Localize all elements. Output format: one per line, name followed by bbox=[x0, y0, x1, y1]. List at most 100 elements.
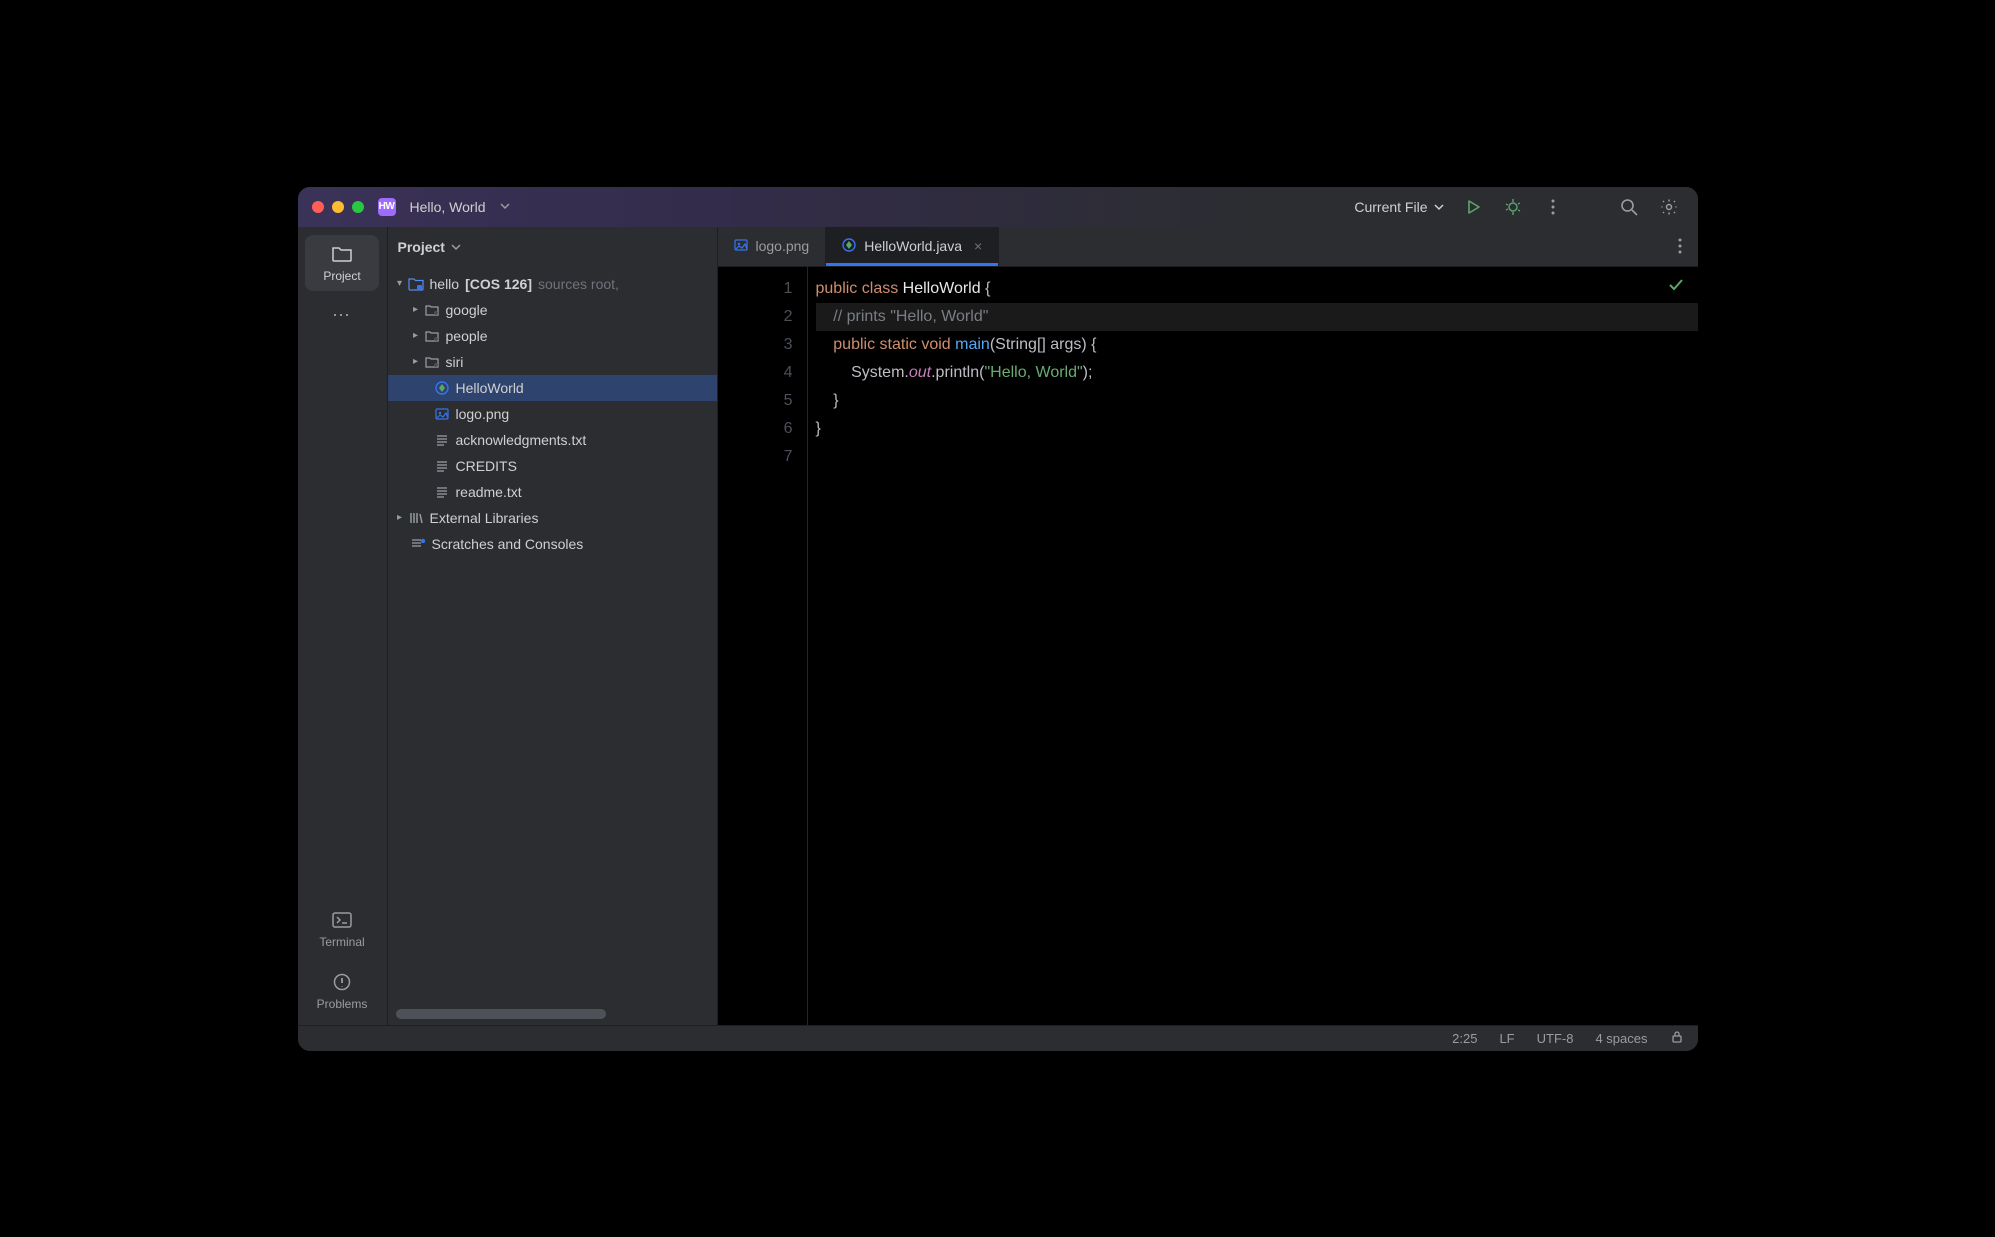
tree-item-label: siri bbox=[446, 354, 464, 370]
tool-problems-label: Problems bbox=[317, 997, 368, 1011]
code-area[interactable]: public class HelloWorld { // prints "Hel… bbox=[808, 267, 1698, 1025]
zoom-window-button[interactable] bbox=[352, 201, 364, 213]
tree-item-label: CREDITS bbox=[456, 458, 517, 474]
status-encoding[interactable]: UTF-8 bbox=[1537, 1031, 1574, 1046]
library-icon bbox=[408, 510, 424, 526]
more-tools-icon[interactable]: ⋯ bbox=[332, 305, 352, 326]
window-controls bbox=[312, 201, 364, 213]
project-panel-title: Project bbox=[398, 239, 445, 255]
close-tab-icon[interactable]: × bbox=[974, 238, 982, 254]
tool-terminal-label: Terminal bbox=[319, 935, 364, 949]
horizontal-scrollbar[interactable] bbox=[396, 1009, 606, 1019]
chevron-down-icon[interactable] bbox=[500, 198, 510, 216]
tree-item-label: acknowledgments.txt bbox=[456, 432, 587, 448]
tool-problems[interactable]: Problems bbox=[305, 963, 379, 1019]
gutter: 1 2 3 4 5 6 7 bbox=[718, 267, 808, 1025]
status-bar: 2:25 LF UTF-8 4 spaces bbox=[298, 1025, 1698, 1051]
tree-folder[interactable]: ▸ google bbox=[388, 297, 717, 323]
package-icon bbox=[424, 328, 440, 344]
image-file-icon bbox=[734, 238, 748, 255]
tree-item-label: Scratches and Consoles bbox=[432, 536, 584, 552]
tab-helloworld[interactable]: HelloWorld.java × bbox=[826, 227, 999, 266]
line-number: 3 bbox=[718, 331, 793, 359]
line-number: 1 bbox=[718, 275, 793, 303]
tree-folder[interactable]: ▸ people bbox=[388, 323, 717, 349]
tree-file-java[interactable]: HelloWorld bbox=[388, 375, 717, 401]
chevron-down-icon: ▾ bbox=[394, 278, 406, 289]
project-tree: ▾ hello [COS 126] sources root, ▸ google… bbox=[388, 267, 717, 1005]
chevron-right-icon: ▸ bbox=[410, 356, 422, 367]
image-file-icon bbox=[434, 406, 450, 422]
terminal-icon bbox=[331, 909, 353, 931]
tree-item-label: logo.png bbox=[456, 406, 510, 422]
package-icon bbox=[424, 354, 440, 370]
tree-root-qualifier: [COS 126] bbox=[465, 276, 532, 292]
tool-project-label: Project bbox=[323, 269, 360, 283]
line-number: 5 bbox=[718, 387, 793, 415]
module-folder-icon bbox=[408, 276, 424, 292]
chevron-down-icon bbox=[1434, 199, 1444, 215]
tool-terminal[interactable]: Terminal bbox=[305, 901, 379, 957]
tool-strip: Project ⋯ Terminal Problems bbox=[298, 227, 388, 1025]
tree-item-label: google bbox=[446, 302, 488, 318]
package-icon bbox=[424, 302, 440, 318]
tab-label: HelloWorld.java bbox=[864, 238, 962, 254]
editor[interactable]: 1 2 3 4 5 6 7 public class HelloWorld { … bbox=[718, 267, 1698, 1025]
chevron-right-icon: ▸ bbox=[394, 512, 406, 523]
status-indent[interactable]: 4 spaces bbox=[1595, 1031, 1647, 1046]
line-number: 2 bbox=[718, 303, 793, 331]
editor-tabs: logo.png HelloWorld.java × bbox=[718, 227, 1698, 267]
tree-root[interactable]: ▾ hello [COS 126] sources root, bbox=[388, 271, 717, 297]
tree-item-label: External Libraries bbox=[430, 510, 539, 526]
run-config-selector[interactable]: Current File bbox=[1354, 199, 1443, 215]
chevron-down-icon bbox=[451, 239, 461, 255]
titlebar: HW Hello, World Current File bbox=[298, 187, 1698, 227]
tree-root-annotation: sources root, bbox=[538, 276, 619, 292]
run-config-label: Current File bbox=[1354, 199, 1427, 215]
tree-item-label: people bbox=[446, 328, 488, 344]
project-panel: Project ▾ hello [COS 126] sources root, … bbox=[388, 227, 718, 1025]
text-file-icon bbox=[434, 432, 450, 448]
readonly-lock-icon[interactable] bbox=[1670, 1030, 1684, 1047]
inspection-ok-icon[interactable] bbox=[1668, 277, 1684, 298]
tree-folder[interactable]: ▸ siri bbox=[388, 349, 717, 375]
settings-icon[interactable] bbox=[1658, 196, 1680, 218]
minimize-window-button[interactable] bbox=[332, 201, 344, 213]
close-window-button[interactable] bbox=[312, 201, 324, 213]
tree-file-text[interactable]: CREDITS bbox=[388, 453, 717, 479]
tree-file-text[interactable]: readme.txt bbox=[388, 479, 717, 505]
debug-button[interactable] bbox=[1502, 196, 1524, 218]
tree-scratches[interactable]: Scratches and Consoles bbox=[388, 531, 717, 557]
tab-label: logo.png bbox=[756, 238, 810, 254]
tree-external-libraries[interactable]: ▸ External Libraries bbox=[388, 505, 717, 531]
line-number: 4 bbox=[718, 359, 793, 387]
problems-icon bbox=[331, 971, 353, 993]
project-title[interactable]: Hello, World bbox=[410, 199, 486, 215]
chevron-right-icon: ▸ bbox=[410, 304, 422, 315]
tab-logo[interactable]: logo.png bbox=[718, 227, 827, 266]
status-cursor[interactable]: 2:25 bbox=[1452, 1031, 1477, 1046]
tree-file-text[interactable]: acknowledgments.txt bbox=[388, 427, 717, 453]
line-number: 6 bbox=[718, 415, 793, 443]
java-class-icon bbox=[842, 238, 856, 255]
more-actions-icon[interactable] bbox=[1542, 196, 1564, 218]
text-file-icon bbox=[434, 458, 450, 474]
project-icon: HW bbox=[378, 198, 396, 216]
ide-window: HW Hello, World Current File bbox=[298, 187, 1698, 1051]
chevron-right-icon: ▸ bbox=[410, 330, 422, 341]
tabs-menu-icon[interactable] bbox=[1662, 227, 1698, 266]
project-panel-header[interactable]: Project bbox=[388, 227, 717, 267]
search-icon[interactable] bbox=[1618, 196, 1640, 218]
scratch-icon bbox=[410, 536, 426, 552]
status-line-separator[interactable]: LF bbox=[1499, 1031, 1514, 1046]
text-file-icon bbox=[434, 484, 450, 500]
folder-icon bbox=[331, 243, 353, 265]
java-class-icon bbox=[434, 380, 450, 396]
run-button[interactable] bbox=[1462, 196, 1484, 218]
tree-item-label: readme.txt bbox=[456, 484, 522, 500]
tool-project[interactable]: Project bbox=[305, 235, 379, 291]
line-number: 7 bbox=[718, 443, 793, 471]
editor-area: logo.png HelloWorld.java × 1 2 3 4 bbox=[718, 227, 1698, 1025]
tree-file-image[interactable]: logo.png bbox=[388, 401, 717, 427]
tree-item-label: HelloWorld bbox=[456, 380, 524, 396]
